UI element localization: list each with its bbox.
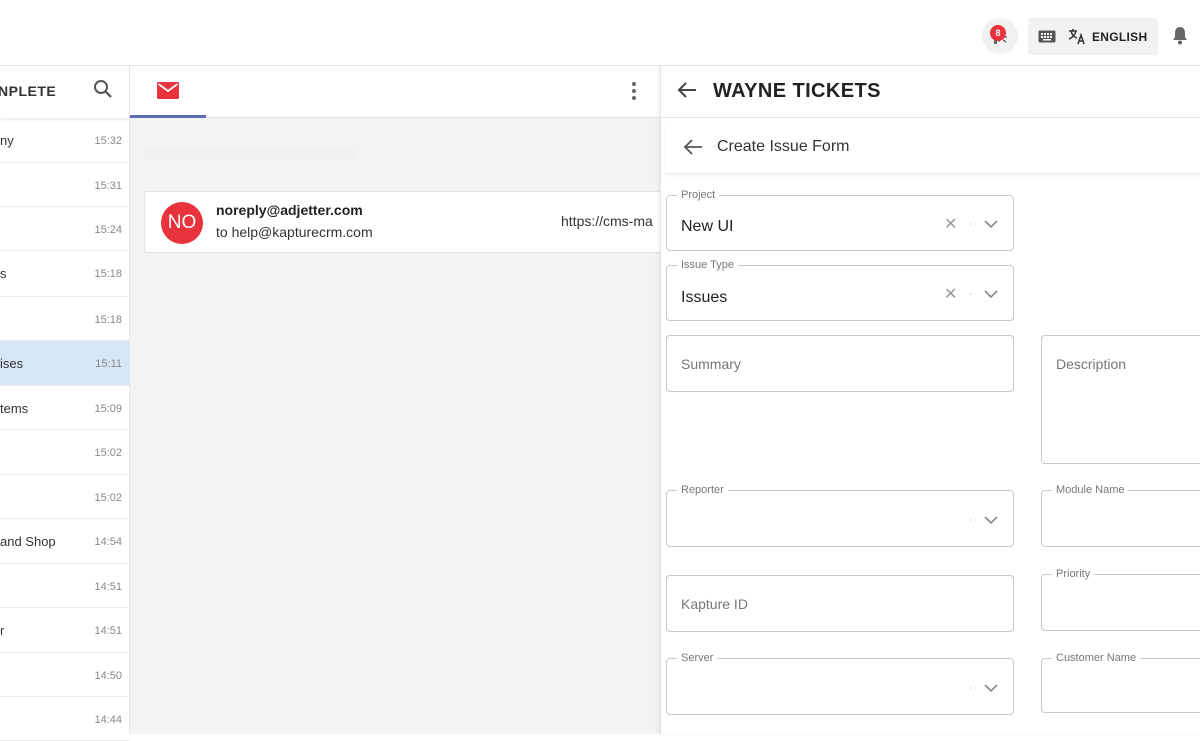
list-item-time: 15:24: [94, 224, 122, 236]
list-item-name: and Shop: [0, 534, 56, 549]
keyboard-icon: [1038, 30, 1056, 43]
project-select[interactable]: Project New UI ✕: [666, 189, 1014, 251]
project-value: New UI: [681, 218, 734, 235]
issue-type-label: Issue Type: [677, 259, 738, 271]
customer-name-label: Customer Name: [1052, 652, 1141, 664]
announcement-button[interactable]: 8: [982, 18, 1018, 54]
conversation-list-panel: NPLETE ny 15:32 15:31 15:24 s 15:18 15:18 ises 1…: [0, 66, 130, 741]
list-item-time: 14:44: [94, 714, 122, 726]
list-item[interactable]: 14:51: [0, 564, 130, 608]
list-item-time: 14:50: [94, 670, 122, 682]
list-item-time: 15:31: [94, 180, 122, 192]
mail-thread-panel: NO noreply@adjetter.com to help@kapturec…: [130, 66, 674, 734]
sender-email: noreply@adjetter.com: [216, 202, 363, 218]
list-item-time: 14:54: [94, 536, 122, 548]
envelope-icon: [157, 82, 179, 99]
email-link-preview[interactable]: https://cms-ma: [561, 213, 653, 229]
list-item-time: 15:32: [94, 135, 122, 147]
list-item[interactable]: 14:50: [0, 653, 130, 697]
list-item-time: 14:51: [94, 581, 122, 593]
recipient-email: to help@kapturecrm.com: [216, 224, 373, 240]
list-item[interactable]: 15:02: [0, 430, 130, 475]
tab-email[interactable]: [130, 66, 206, 118]
list-item-name: s: [0, 266, 7, 281]
description-placeholder: Description: [1056, 356, 1127, 372]
back-arrow-icon[interactable]: [677, 81, 697, 99]
list-item[interactable]: s 15:18: [0, 251, 130, 297]
list-item-name: r: [0, 623, 5, 638]
description-textarea[interactable]: Description: [1041, 335, 1200, 464]
clear-icon[interactable]: ✕: [944, 284, 957, 304]
more-options-icon[interactable]: [630, 80, 638, 102]
summary-placeholder: Summary: [681, 356, 741, 372]
language-label: ENGLISH: [1092, 30, 1148, 44]
issue-type-value: Issues: [681, 289, 728, 306]
list-header: NPLETE: [0, 66, 130, 118]
kapture-id-placeholder: Kapture ID: [681, 596, 748, 612]
server-select[interactable]: Server: [666, 652, 1014, 715]
module-name-input[interactable]: Module Name: [1041, 484, 1200, 547]
list-item-time: 15:02: [94, 492, 122, 504]
list-item[interactable]: 14:44: [0, 697, 130, 741]
priority-select[interactable]: Priority: [1041, 568, 1200, 631]
list-item[interactable]: and Shop 14:54: [0, 519, 130, 564]
list-item-name: ises: [0, 356, 24, 371]
module-name-label: Module Name: [1052, 484, 1129, 496]
list-item-time: 15:18: [94, 268, 122, 280]
thread-header: [130, 66, 660, 118]
panel-header: WAYNE TICKETS: [661, 66, 1200, 118]
priority-label: Priority: [1052, 568, 1095, 580]
email-card[interactable]: NO noreply@adjetter.com to help@kapturec…: [144, 191, 674, 253]
list-item[interactable]: ises 15:11: [0, 341, 130, 386]
list-item-time: 14:51: [94, 625, 122, 637]
reporter-select[interactable]: Reporter: [666, 484, 1014, 547]
select-separator: [970, 519, 971, 521]
list-item[interactable]: ny 15:32: [0, 118, 130, 163]
translate-icon: [1068, 29, 1085, 45]
top-bar: 8 ENGLISH: [0, 0, 1200, 66]
select-separator: [970, 223, 971, 225]
select-separator: [970, 293, 971, 295]
reporter-label: Reporter: [677, 484, 728, 496]
chevron-down-icon[interactable]: [984, 684, 998, 693]
faded-divider: [144, 148, 354, 160]
chevron-down-icon[interactable]: [984, 220, 998, 229]
language-selector[interactable]: ENGLISH: [1028, 18, 1158, 55]
form-title: Create Issue Form: [717, 138, 850, 155]
customer-name-input[interactable]: Customer Name: [1041, 652, 1200, 713]
summary-input[interactable]: Summary: [666, 335, 1014, 392]
panel-title: WAYNE TICKETS: [713, 80, 881, 102]
list-item[interactable]: 15:18: [0, 297, 130, 341]
search-icon[interactable]: [93, 79, 113, 99]
clear-icon[interactable]: ✕: [944, 214, 957, 234]
list-item[interactable]: tems 15:09: [0, 386, 130, 430]
kapture-id-input[interactable]: Kapture ID: [666, 575, 1014, 632]
server-label: Server: [677, 652, 718, 664]
list-item[interactable]: 15:02: [0, 475, 130, 519]
form-header: Create Issue Form: [665, 120, 1200, 174]
chevron-down-icon[interactable]: [984, 516, 998, 525]
select-separator: [970, 687, 971, 689]
notification-badge: 8: [990, 25, 1006, 41]
list-item-time: 15:18: [94, 314, 122, 326]
ticket-form-panel: WAYNE TICKETS Create Issue Form Project …: [660, 66, 1200, 734]
list-item-name: ny: [0, 133, 14, 148]
list-filter-title[interactable]: NPLETE: [0, 83, 56, 99]
list-item-time: 15:09: [94, 403, 122, 415]
project-label: Project: [677, 189, 720, 201]
list-item[interactable]: 15:31: [0, 163, 130, 207]
list-item-name: tems: [0, 401, 29, 416]
list-item-time: 15:11: [95, 358, 122, 370]
issue-type-select[interactable]: Issue Type Issues ✕: [666, 259, 1014, 321]
list-item-time: 15:02: [94, 447, 122, 459]
list-item[interactable]: r 14:51: [0, 608, 130, 653]
bell-icon[interactable]: [1172, 26, 1188, 45]
back-arrow-icon[interactable]: [683, 138, 703, 156]
list-item[interactable]: 15:24: [0, 207, 130, 251]
sender-avatar: NO: [161, 202, 203, 244]
chevron-down-icon[interactable]: [984, 290, 998, 299]
